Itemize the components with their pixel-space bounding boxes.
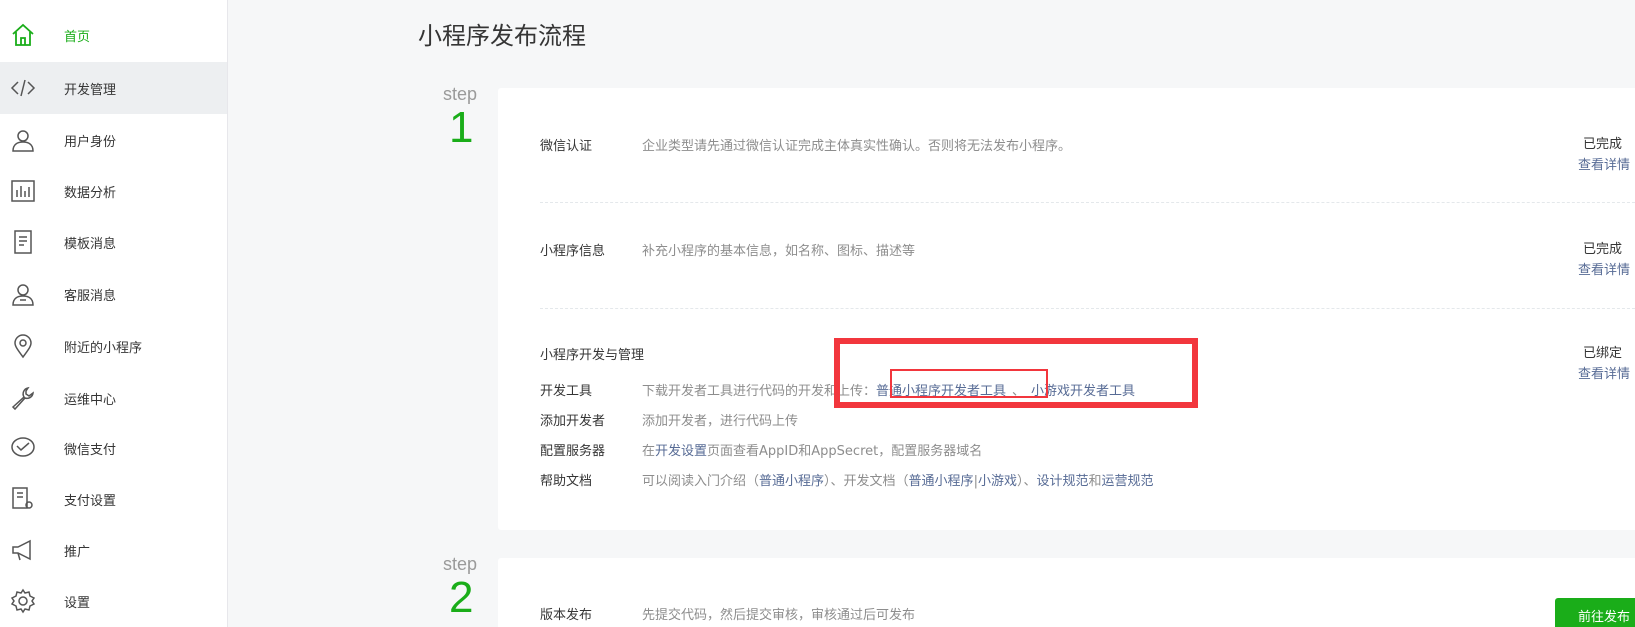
gear-icon bbox=[10, 588, 36, 614]
wechat-auth-title: 微信认证 bbox=[540, 139, 593, 154]
step-number: 1 bbox=[449, 103, 474, 152]
divider bbox=[540, 202, 1635, 203]
sidebar-item-user-identity[interactable]: 用户身份 bbox=[0, 114, 227, 166]
sidebar-item-ops-center[interactable]: 运维中心 bbox=[0, 372, 227, 424]
code-icon bbox=[10, 75, 36, 101]
document-icon bbox=[10, 229, 36, 255]
sidebar-item-wechat-pay[interactable]: 微信支付 bbox=[0, 422, 227, 474]
app-info-status: 已完成 bbox=[1583, 242, 1623, 257]
sidebar-item-template-msg[interactable]: 模板消息 bbox=[0, 216, 227, 268]
sidebar-item-label: 推广 bbox=[64, 544, 91, 560]
server-text: 在 bbox=[642, 444, 656, 459]
sidebar-item-dev-manage[interactable]: 开发管理 bbox=[0, 62, 227, 114]
location-pin-icon bbox=[10, 333, 36, 359]
wechat-auth-status: 已完成 bbox=[1583, 137, 1623, 152]
sidebar-item-label: 附近的小程序 bbox=[64, 340, 143, 356]
dev-tools-label: 开发工具 bbox=[540, 384, 593, 399]
sidebar-item-nearby[interactable]: 附近的小程序 bbox=[0, 320, 227, 372]
release-title: 版本发布 bbox=[540, 608, 593, 623]
wrench-icon bbox=[10, 385, 36, 411]
help-text: ）、 bbox=[1016, 474, 1037, 489]
help-text: ）、开发文档（ bbox=[824, 474, 909, 489]
go-publish-button[interactable]: 前往发布 bbox=[1555, 598, 1635, 627]
design-spec-link[interactable]: 设计规范 bbox=[1036, 474, 1088, 489]
divider bbox=[540, 308, 1635, 309]
user-icon bbox=[10, 127, 36, 153]
ops-spec-link[interactable]: 运营规范 bbox=[1102, 474, 1154, 489]
help-text: 可以阅读入门介绍（ bbox=[642, 474, 760, 489]
sidebar-item-home[interactable]: 首页 bbox=[0, 9, 227, 61]
sidebar-item-label: 首页 bbox=[64, 29, 91, 45]
step-label: step bbox=[443, 84, 478, 104]
home-icon bbox=[10, 22, 36, 48]
add-developer-label: 添加开发者 bbox=[540, 414, 606, 429]
step1-card: 微信认证 企业类型请先通过微信认证完成主体真实性确认。否则将无法发布小程序。 已… bbox=[498, 88, 1635, 530]
docs-normal-link[interactable]: 普通小程序 bbox=[909, 474, 974, 489]
dev-settings-link[interactable]: 开发设置 bbox=[655, 444, 707, 459]
megaphone-icon bbox=[10, 537, 36, 563]
dev-manage-status: 已绑定 bbox=[1583, 346, 1623, 361]
app-info-detail-link[interactable]: 查看详情 bbox=[1578, 259, 1630, 278]
sidebar-item-pay-settings[interactable]: 支付设置 bbox=[0, 473, 227, 525]
step-number: 2 bbox=[449, 573, 474, 622]
wechat-pay-icon bbox=[10, 435, 36, 461]
step2-card: 版本发布 先提交代码，然后提交审核，审核通过后可发布 bbox=[498, 558, 1635, 627]
highlight-box-inner bbox=[890, 369, 1048, 398]
add-developer-desc: 添加开发者，进行代码上传 bbox=[642, 414, 799, 429]
payment-settings-icon bbox=[10, 486, 36, 512]
sidebar-item-label: 模板消息 bbox=[64, 236, 117, 252]
sidebar: 首页 开发管理 用户身份 数据分析 模板消息 客服消息 附近的小程序 运维中心 … bbox=[0, 0, 228, 627]
step-label: step bbox=[443, 554, 478, 574]
docs-minigame-link[interactable]: 小游戏 bbox=[978, 474, 1017, 489]
help-text: 和 bbox=[1088, 474, 1102, 489]
chart-icon bbox=[10, 178, 36, 204]
wechat-auth-desc: 企业类型请先通过微信认证完成主体真实性确认。否则将无法发布小程序。 bbox=[642, 139, 1072, 154]
sidebar-item-label: 微信支付 bbox=[64, 442, 117, 458]
help-docs-desc: 可以阅读入门介绍（普通小程序）、开发文档（普通小程序|小游戏）、设计规范和运营规… bbox=[642, 470, 1154, 489]
sidebar-item-customer-service[interactable]: 客服消息 bbox=[0, 268, 227, 320]
sidebar-item-label: 用户身份 bbox=[64, 134, 117, 150]
server-text: 页面查看AppID和AppSecret，配置服务器域名 bbox=[707, 444, 983, 459]
sidebar-item-promotion[interactable]: 推广 bbox=[0, 524, 227, 576]
wechat-auth-detail-link[interactable]: 查看详情 bbox=[1578, 154, 1630, 173]
sidebar-item-label: 设置 bbox=[64, 595, 91, 611]
server-config-desc: 在开发设置页面查看AppID和AppSecret，配置服务器域名 bbox=[642, 440, 982, 459]
page-title: 小程序发布流程 bbox=[418, 22, 586, 50]
sidebar-item-label: 运维中心 bbox=[64, 392, 117, 408]
dev-manage-title: 小程序开发与管理 bbox=[540, 348, 645, 363]
app-info-desc: 补充小程序的基本信息，如名称、图标、描述等 bbox=[642, 244, 916, 259]
sidebar-item-label: 数据分析 bbox=[64, 185, 117, 201]
app-info-title: 小程序信息 bbox=[540, 244, 606, 259]
sidebar-item-label: 客服消息 bbox=[64, 288, 117, 304]
dev-manage-detail-link[interactable]: 查看详情 bbox=[1578, 363, 1630, 382]
sidebar-item-label: 支付设置 bbox=[64, 493, 117, 509]
help-docs-label: 帮助文档 bbox=[540, 474, 593, 489]
support-user-icon bbox=[10, 281, 36, 307]
sidebar-item-label: 开发管理 bbox=[64, 82, 117, 98]
release-desc: 先提交代码，然后提交审核，审核通过后可发布 bbox=[642, 608, 916, 623]
intro-normal-link[interactable]: 普通小程序 bbox=[759, 474, 824, 489]
sidebar-item-settings[interactable]: 设置 bbox=[0, 575, 227, 627]
sidebar-item-data-analysis[interactable]: 数据分析 bbox=[0, 165, 227, 217]
server-config-label: 配置服务器 bbox=[540, 444, 606, 459]
